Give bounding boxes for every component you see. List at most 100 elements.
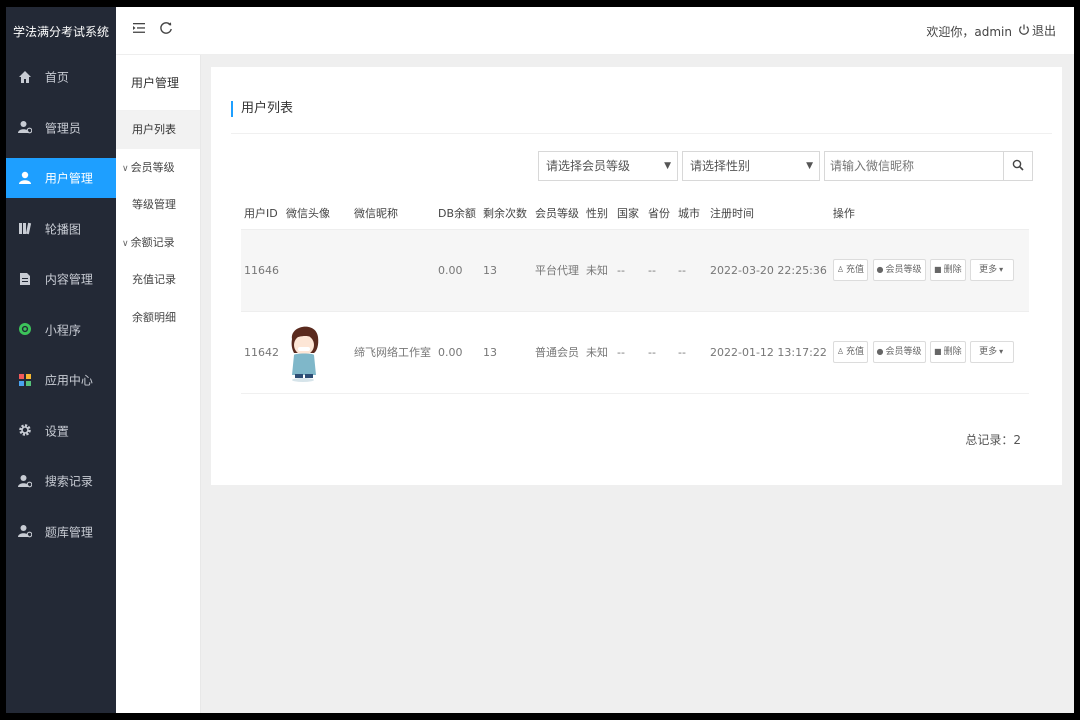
cell-balance: 0.00 — [435, 228, 480, 312]
search-button[interactable] — [1003, 151, 1033, 181]
top-bar: 欢迎你，admin 退出 — [116, 7, 1074, 55]
welcome-text: 欢迎你，admin — [926, 25, 1012, 39]
sidebar-item-label: 小程序 — [44, 323, 81, 337]
power-icon — [1019, 24, 1029, 35]
submenu-group-label: 余额记录 — [130, 235, 175, 249]
column-header: DB余额 — [438, 206, 477, 220]
recharge-button[interactable]: ♙ 充值 — [832, 341, 869, 363]
user-list-card: 用户列表 请选择会员等级 ▼ 请选择性别 ▼ 用 — [211, 67, 1062, 485]
cell-avatar — [283, 228, 351, 312]
logout-label: 退出 — [1031, 24, 1056, 38]
sidebar-item-label: 管理员 — [44, 121, 81, 135]
sidebar-item-carousel[interactable]: 轮播图 — [6, 209, 116, 249]
user-icon — [19, 171, 31, 184]
page-title: 用户列表 — [231, 101, 293, 117]
submenu-item-level-management[interactable]: 等级管理 — [116, 186, 200, 224]
user-table: 用户ID 微信头像 微信昵称 DB余额 剩余次数 会员等级 性别 国家 省份 城… — [241, 197, 1029, 394]
table-row: 11642 缔飞网络工作室 0.00 13 普通会员 未知 -- -- -- 2… — [241, 311, 1029, 394]
home-icon — [19, 70, 31, 83]
sidebar-item-label: 设置 — [44, 424, 69, 438]
caret-down-icon: ▼ — [664, 161, 671, 171]
more-dropdown-button[interactable]: 更多 ▾ — [970, 259, 1015, 281]
submenu-item-recharge-records[interactable]: 充值记录 — [116, 261, 200, 299]
carousel-icon — [19, 222, 32, 235]
cell-registered: 2022-03-20 22:25:36 — [707, 228, 830, 312]
recharge-label: 充值 — [846, 347, 865, 357]
sidebar-item-label: 题库管理 — [44, 525, 93, 539]
sidebar-item-content[interactable]: 内容管理 — [6, 259, 116, 299]
cell-actions: ♙ 充值 ● 会员等级 ■ 删除 更多 ▾ — [829, 228, 1029, 312]
column-header: 微信头像 — [286, 206, 330, 220]
main-content: 用户列表 请选择会员等级 ▼ 请选择性别 ▼ 用 — [201, 55, 1074, 713]
cell-level: 普通会员 — [532, 311, 583, 394]
gender-select[interactable]: 请选择性别 ▼ — [682, 151, 820, 181]
sidebar-item-label: 内容管理 — [44, 272, 93, 287]
miniprogram-icon — [19, 323, 31, 335]
column-header: 性别 — [586, 206, 608, 220]
app-window: 学法满分考试系统 首页 管理员 用户管理 轮播图 内容管理 小程序 应用中心 设… — [6, 7, 1074, 713]
total-records: 总记录：2 — [965, 433, 1021, 447]
cell-gender: 未知 — [583, 311, 614, 394]
sidebar-item-user-management[interactable]: 用户管理 — [6, 158, 116, 198]
sidebar-item-label: 搜索记录 — [44, 474, 93, 489]
sidebar-item-admin[interactable]: 管理员 — [6, 108, 116, 148]
cell-remaining: 13 — [480, 311, 532, 394]
submenu-group-balance-records[interactable]: ∨ 余额记录 — [116, 224, 200, 262]
chevron-down-icon: ∨ — [122, 238, 129, 249]
table-row: 11646 0.00 13 平台代理 未知 -- -- -- 2022-03-2… — [241, 228, 1029, 312]
refresh-icon[interactable] — [159, 21, 173, 39]
delete-button[interactable]: ■ 删除 — [930, 259, 966, 281]
menu-collapse-icon[interactable] — [132, 21, 146, 39]
member-level-select-value: 请选择会员等级 — [546, 159, 631, 173]
cell-nickname — [351, 228, 435, 312]
delete-label: 删除 — [943, 347, 962, 357]
column-header: 注册时间 — [710, 206, 754, 220]
document-icon — [20, 272, 30, 285]
submenu-item-balance-details[interactable]: 余额明细 — [116, 299, 200, 337]
column-header: 用户ID — [244, 206, 278, 220]
cell-country: -- — [614, 228, 645, 312]
column-header: 国家 — [617, 206, 639, 220]
table-header-row: 用户ID 微信头像 微信昵称 DB余额 剩余次数 会员等级 性别 国家 省份 城… — [241, 197, 1029, 229]
submenu-group-label: 会员等级 — [130, 160, 175, 174]
cell-city: -- — [675, 228, 707, 312]
column-header: 微信昵称 — [354, 206, 398, 220]
member-level-button[interactable]: ● 会员等级 — [872, 341, 926, 363]
sidebar-item-question-bank[interactable]: 题库管理 — [6, 512, 116, 552]
delete-button[interactable]: ■ 删除 — [930, 341, 966, 363]
sidebar-item-settings[interactable]: 设置 — [6, 411, 116, 451]
sidebar-item-home[interactable]: 首页 — [6, 57, 116, 97]
sidebar-item-app-center[interactable]: 应用中心 — [6, 360, 116, 400]
money-bag-icon: ♙ — [836, 347, 844, 356]
cell-user-id: 11646 — [241, 228, 283, 312]
cell-gender: 未知 — [583, 228, 614, 312]
search-record-icon — [18, 474, 32, 487]
secondary-menu: 用户管理 用户列表 ∨ 会员等级 等级管理 ∨ 余额记录 充值记录 余额明细 — [116, 55, 201, 713]
location-pin-icon: ● — [876, 265, 884, 274]
member-level-button[interactable]: ● 会员等级 — [872, 259, 926, 281]
sidebar-item-label: 首页 — [44, 70, 69, 85]
logout-button[interactable]: 退出 — [1018, 22, 1056, 39]
trash-icon: ■ — [934, 347, 942, 356]
cell-remaining: 13 — [480, 228, 532, 312]
submenu-item-user-list[interactable]: 用户列表 — [116, 111, 200, 149]
nickname-search-input[interactable] — [824, 151, 1004, 181]
money-bag-icon: ♙ — [836, 265, 844, 274]
main-sidebar: 学法满分考试系统 首页 管理员 用户管理 轮播图 内容管理 小程序 应用中心 设… — [6, 7, 116, 713]
sidebar-item-miniprogram[interactable]: 小程序 — [6, 310, 116, 350]
more-dropdown-button[interactable]: 更多 ▾ — [970, 341, 1015, 363]
column-header: 省份 — [648, 206, 670, 220]
divider — [231, 133, 1052, 134]
member-level-select[interactable]: 请选择会员等级 ▼ — [538, 151, 678, 181]
sidebar-item-search-records[interactable]: 搜索记录 — [6, 461, 116, 501]
search-icon — [1012, 159, 1024, 171]
cell-actions: ♙ 充值 ● 会员等级 ■ 删除 更多 ▾ — [829, 311, 1029, 394]
admin-user-icon — [18, 121, 32, 134]
trash-icon: ■ — [934, 265, 942, 274]
location-pin-icon: ● — [876, 347, 884, 356]
recharge-button[interactable]: ♙ 充值 — [832, 259, 869, 281]
cell-level: 平台代理 — [532, 228, 583, 312]
more-label: 更多 — [979, 265, 998, 275]
cell-province: -- — [645, 311, 675, 394]
submenu-group-member-level[interactable]: ∨ 会员等级 — [116, 149, 200, 187]
